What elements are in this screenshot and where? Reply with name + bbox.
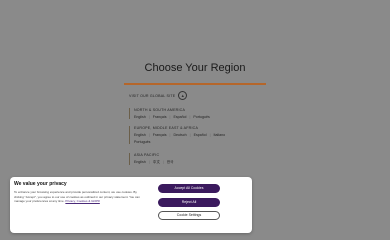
region-emea: EUROPE, MIDDLE EAST & AFRICA English | Fra… [129, 126, 225, 144]
language-list: Português [134, 140, 225, 144]
lang-link[interactable]: Français [153, 115, 167, 119]
region-title: EUROPE, MIDDLE EAST & AFRICA [134, 126, 199, 130]
region-apac: ASIA PACIFIC English | 中文 | 한국 [129, 153, 173, 165]
page-title: Choose Your Region [144, 62, 246, 74]
language-list: English | Français | Deutsch | Español | Italian… [134, 133, 226, 137]
lang-link[interactable]: Español [194, 133, 207, 137]
reject-all-button[interactable]: Reject All [158, 198, 220, 207]
region-title: ASIA PACIFIC [134, 153, 160, 157]
lang-link[interactable]: 한국 [167, 160, 174, 164]
cookie-settings-button[interactable]: Cookie Settings [158, 211, 220, 220]
cookie-text: To enhance your browsing experience and … [14, 190, 144, 204]
lang-link[interactable]: Português [193, 115, 209, 119]
region-americas: NORTH & SOUTH AMERICA English | Français | E… [129, 108, 210, 119]
lang-link[interactable]: Português [134, 140, 150, 144]
lang-link[interactable]: Français [153, 133, 167, 137]
language-list: English | Français | Español | Português [134, 115, 210, 119]
lang-link[interactable]: Italiano [214, 133, 226, 137]
arrow-up-icon: ▲ [178, 91, 188, 100]
visit-global-label: VISIT OUR GLOBAL SITE [129, 93, 176, 98]
lang-link[interactable]: Español [173, 115, 186, 119]
lang-link[interactable]: English [134, 133, 146, 137]
lang-link[interactable]: English [134, 115, 146, 119]
lang-link[interactable]: Deutsch [173, 133, 186, 137]
accept-all-button[interactable]: Accept All Cookies [158, 184, 220, 193]
language-list: English | 中文 | 한국 [134, 160, 174, 164]
visit-global-link[interactable]: VISIT OUR GLOBAL SITE ▲ [129, 91, 188, 100]
region-title: NORTH & SOUTH AMERICA [134, 108, 186, 112]
cookie-title: We value your privacy [14, 181, 67, 187]
lang-link[interactable]: English [134, 160, 146, 164]
privacy-link[interactable]: Privacy, Cookies & GDPR [65, 199, 99, 203]
lang-link[interactable]: 中文 [153, 160, 160, 164]
title-divider [124, 83, 266, 85]
